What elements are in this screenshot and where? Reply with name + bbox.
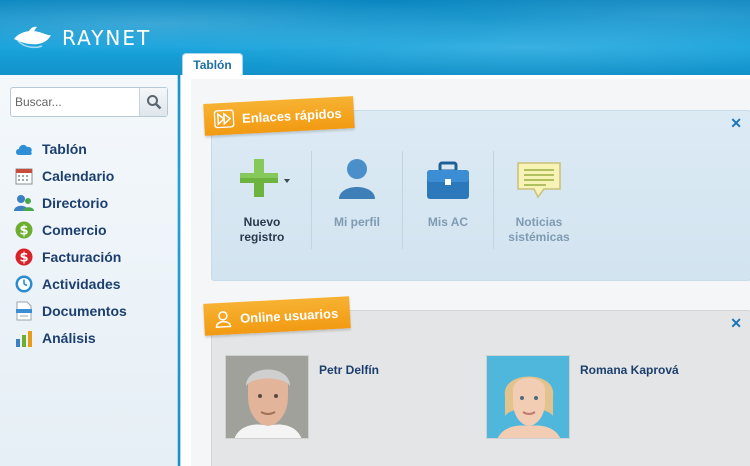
sidebar-item-label: Actividades — [42, 275, 121, 292]
sidebar-item-label: Tablón — [42, 140, 87, 157]
sidebar-item-label: Directorio — [42, 194, 109, 211]
briefcase-icon — [426, 153, 470, 201]
sidebar-item-label: Documentos — [42, 302, 127, 319]
user-card[interactable]: Romana Kaprová — [486, 355, 679, 439]
my-profile-button[interactable]: Mi perfil — [312, 153, 402, 230]
quick-links-panel: Enlaces rápidos ✕ Nuevo registro Mi perf… — [203, 96, 750, 281]
sidebar-item-comercio[interactable]: $ Comercio — [14, 216, 127, 243]
dashboard-area: Enlaces rápidos ✕ Nuevo registro Mi perf… — [191, 79, 750, 466]
sidebar-nav: Tablón Calendario Directorio $ Comercio … — [14, 135, 127, 351]
main-content: Enlaces rápidos ✕ Nuevo registro Mi perf… — [180, 75, 750, 466]
sidebar: Tablón Calendario Directorio $ Comercio … — [0, 75, 178, 466]
bar-chart-icon — [14, 328, 34, 348]
user-name: Petr Delfín — [319, 363, 380, 377]
sidebar-item-analisis[interactable]: Análisis — [14, 324, 127, 351]
avatar — [486, 355, 570, 439]
sidebar-item-label: Facturación — [42, 248, 122, 265]
my-ac-label: Mis AC — [427, 215, 469, 229]
sidebar-item-facturacion[interactable]: $ Facturación — [14, 243, 127, 270]
fast-forward-icon — [213, 109, 235, 129]
system-news-label-2: sistémicas — [508, 230, 570, 244]
sidebar-item-label: Calendario — [42, 167, 115, 184]
cloud-icon — [14, 139, 34, 159]
my-ac-button[interactable]: Mis AC — [403, 153, 493, 230]
search-box — [10, 87, 168, 117]
sidebar-item-calendario[interactable]: Calendario — [14, 162, 127, 189]
app-header: RAYNET Tablón — [0, 0, 750, 78]
close-icon[interactable]: ✕ — [730, 115, 742, 132]
clock-icon — [14, 274, 34, 294]
sidebar-item-directorio[interactable]: Directorio — [14, 189, 127, 216]
online-users-panel: Online usuarios ✕ Petr Delfín Romana Kap… — [203, 296, 750, 466]
quick-links-header: Enlaces rápidos — [203, 96, 355, 136]
sidebar-item-documentos[interactable]: Documentos — [14, 297, 127, 324]
close-icon[interactable]: ✕ — [730, 315, 742, 332]
user-outline-icon — [214, 309, 233, 328]
new-record-label-2: registro — [239, 230, 285, 244]
my-profile-label: Mi perfil — [333, 215, 380, 229]
calendar-icon — [14, 166, 34, 186]
system-news-label-1: Noticias — [515, 215, 563, 229]
avatar — [225, 355, 309, 439]
sidebar-item-tablon[interactable]: Tablón — [14, 135, 127, 162]
svg-text:$: $ — [19, 223, 28, 238]
logo-text: RAYNET — [62, 26, 152, 50]
svg-text:$: $ — [19, 250, 28, 265]
search-input[interactable] — [15, 89, 143, 115]
quick-links-title: Enlaces rápidos — [241, 105, 343, 126]
system-news-button[interactable]: Noticias sistémicas — [494, 153, 584, 245]
tab-tablon[interactable]: Tablón — [182, 53, 243, 76]
sidebar-item-label: Análisis — [42, 329, 96, 346]
contacts-icon — [14, 193, 34, 213]
invoice-dollar-icon: $ — [14, 247, 34, 267]
document-icon — [14, 301, 34, 321]
search-button[interactable] — [139, 88, 167, 116]
user-card[interactable]: Petr Delfín — [225, 355, 379, 439]
online-users-title: Online usuarios — [239, 305, 339, 326]
person-icon — [337, 153, 377, 201]
speech-bubble-icon — [516, 153, 562, 201]
user-name: Romana Kaprová — [580, 363, 679, 377]
raynet-logo[interactable]: RAYNET — [12, 25, 151, 51]
online-users-header: Online usuarios — [203, 296, 351, 336]
new-record-button[interactable]: Nuevo registro — [217, 153, 307, 245]
dolphin-logo-icon — [14, 26, 51, 49]
search-icon — [146, 95, 161, 110]
sidebar-item-actividades[interactable]: Actividades — [14, 270, 127, 297]
new-record-label-1: Nuevo — [243, 215, 281, 229]
sidebar-item-label: Comercio — [42, 221, 107, 238]
dollar-icon: $ — [14, 220, 34, 240]
plus-icon — [232, 153, 292, 201]
